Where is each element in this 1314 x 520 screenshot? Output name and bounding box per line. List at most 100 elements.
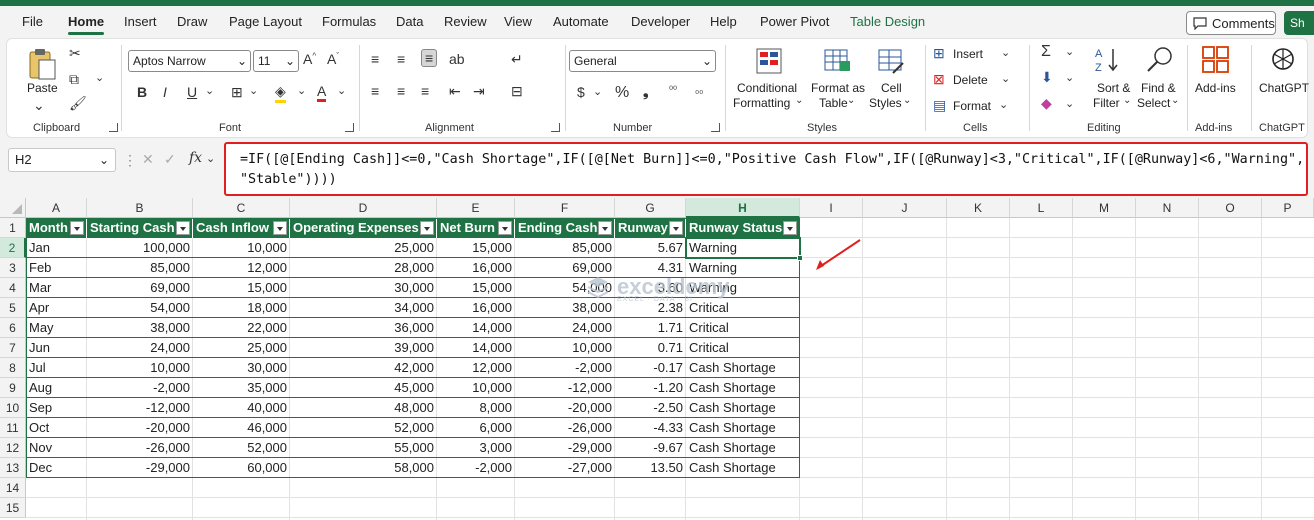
tab-developer[interactable]: Developer	[631, 14, 690, 29]
more-options-icon[interactable]: ⋮	[123, 152, 137, 169]
row-header-15[interactable]: 15	[0, 498, 26, 518]
paste-dropdown-icon[interactable]: ⌄	[33, 97, 45, 114]
chevron-down-icon[interactable]: ⌄	[1065, 71, 1074, 84]
chevron-down-icon[interactable]: ⌄	[847, 95, 855, 106]
addins-label[interactable]: Add-ins	[1195, 81, 1236, 96]
copy-icon[interactable]: ⧉	[69, 71, 79, 88]
font-name-select[interactable]: Aptos Narrow ⌄	[128, 50, 251, 72]
row-header-1[interactable]: 1	[0, 218, 26, 238]
currency-dropdown-icon[interactable]: ⌄	[593, 85, 602, 98]
align-bottom-icon[interactable]: ≡	[421, 49, 438, 67]
underline-dropdown-icon[interactable]: ⌄	[205, 84, 214, 97]
fill-icon[interactable]: ⬇	[1041, 69, 1053, 86]
column-header-m[interactable]: M	[1073, 198, 1136, 218]
align-top-icon[interactable]: ≡	[371, 51, 379, 67]
share-button[interactable]: Sh	[1284, 11, 1314, 35]
column-header-g[interactable]: G	[615, 198, 686, 218]
chevron-down-icon[interactable]: ⌄	[999, 98, 1008, 111]
cut-icon[interactable]: ✂	[69, 45, 81, 62]
tab-page-layout[interactable]: Page Layout	[229, 14, 302, 29]
tab-data[interactable]: Data	[396, 14, 423, 29]
column-header-l[interactable]: L	[1010, 198, 1073, 218]
increase-indent-icon[interactable]: ⇥	[473, 83, 485, 100]
chevron-down-icon[interactable]: ⌄	[206, 152, 215, 165]
column-header-i[interactable]: I	[800, 198, 863, 218]
format-as-table-label2[interactable]: Table	[819, 96, 848, 111]
tab-power-pivot[interactable]: Power Pivot	[760, 14, 829, 29]
cancel-icon[interactable]: ✕	[142, 151, 154, 168]
row-header-9[interactable]: 9	[0, 378, 26, 398]
tab-help[interactable]: Help	[710, 14, 737, 29]
fill-handle[interactable]	[797, 255, 803, 261]
borders-icon[interactable]: ⊞	[231, 84, 243, 101]
paste-label[interactable]: Paste	[27, 81, 58, 96]
select-all-corner[interactable]	[0, 198, 26, 218]
row-header-4[interactable]: 4	[0, 278, 26, 298]
merge-center-icon[interactable]: ⊟	[511, 83, 523, 100]
increase-decimal-icon[interactable]: ⁰⁰	[669, 85, 677, 96]
comma-style-icon[interactable]: ❟	[643, 83, 649, 100]
sort-filter-icon[interactable]: AZ	[1093, 45, 1123, 78]
column-header-h[interactable]: H	[686, 198, 800, 218]
chatgpt-label[interactable]: ChatGPT	[1259, 81, 1309, 96]
chevron-down-icon[interactable]: ⌄	[903, 95, 911, 106]
name-box[interactable]: H2 ⌄	[8, 148, 116, 172]
font-launcher-icon[interactable]	[345, 123, 354, 132]
underline-icon[interactable]: U	[187, 84, 197, 100]
italic-icon[interactable]: I	[163, 84, 167, 100]
row-header-6[interactable]: 6	[0, 318, 26, 338]
tab-home[interactable]: Home	[68, 14, 105, 35]
increase-font-icon[interactable]: A^	[303, 51, 316, 67]
enter-icon[interactable]: ✓	[164, 151, 176, 168]
row-header-10[interactable]: 10	[0, 398, 26, 418]
column-header-k[interactable]: K	[947, 198, 1010, 218]
bold-icon[interactable]: B	[137, 84, 147, 100]
row-header-7[interactable]: 7	[0, 338, 26, 358]
align-left-icon[interactable]: ≡	[371, 83, 379, 99]
currency-icon[interactable]: $	[577, 84, 585, 100]
clipboard-launcher-icon[interactable]	[109, 123, 118, 132]
alignment-launcher-icon[interactable]	[551, 123, 560, 132]
tab-insert[interactable]: Insert	[124, 14, 157, 29]
align-center-icon[interactable]: ≡	[397, 83, 405, 99]
tab-automate[interactable]: Automate	[553, 14, 609, 29]
column-header-e[interactable]: E	[437, 198, 515, 218]
font-color-icon[interactable]: A	[317, 83, 327, 102]
number-launcher-icon[interactable]	[711, 123, 720, 132]
insert-label[interactable]: Insert	[953, 47, 983, 62]
insert-cells-icon[interactable]: ⊞	[933, 45, 945, 62]
decrease-indent-icon[interactable]: ⇤	[449, 83, 461, 100]
worksheet-grid[interactable]: A B C D E F G H I J K L M N O P 1 2 3 4 5 6 7 8 9 10 11 12 13 14 15 Mon…	[0, 198, 1314, 520]
percent-icon[interactable]: %	[615, 84, 629, 102]
row-header-8[interactable]: 8	[0, 358, 26, 378]
formula-input[interactable]: =IF([@[Ending Cash]]<=0,"Cash Shortage",…	[224, 142, 1308, 196]
cell-styles-label[interactable]: Cell	[881, 81, 902, 96]
wrap-text-icon[interactable]: ↵	[511, 51, 523, 68]
row-header-12[interactable]: 12	[0, 438, 26, 458]
column-header-o[interactable]: O	[1199, 198, 1262, 218]
delete-label[interactable]: Delete	[953, 73, 988, 88]
tab-view[interactable]: View	[504, 14, 532, 29]
decrease-font-icon[interactable]: Aˇ	[327, 51, 339, 67]
row-header-5[interactable]: 5	[0, 298, 26, 318]
chevron-down-icon[interactable]: ⌄	[1171, 95, 1179, 106]
format-painter-icon[interactable]: 🖌	[69, 95, 87, 112]
chevron-down-icon[interactable]: ⌄	[795, 95, 803, 106]
chevron-down-icon[interactable]: ⌄	[1065, 97, 1074, 110]
cell-styles-label2[interactable]: Styles	[869, 96, 902, 111]
row-header-11[interactable]: 11	[0, 418, 26, 438]
tab-formulas[interactable]: Formulas	[322, 14, 376, 29]
tab-table-design[interactable]: Table Design	[850, 14, 925, 29]
fill-color-icon[interactable]: ◈	[275, 83, 286, 103]
fill-dropdown-icon[interactable]: ⌄	[297, 84, 306, 97]
font-size-select[interactable]: 11 ⌄	[253, 50, 299, 72]
chevron-down-icon[interactable]: ⌄	[1001, 46, 1010, 59]
row-header-14[interactable]: 14	[0, 478, 26, 498]
column-header-p[interactable]: P	[1262, 198, 1314, 218]
column-header-f[interactable]: F	[515, 198, 615, 218]
chevron-down-icon[interactable]: ⌄	[1123, 95, 1131, 106]
borders-dropdown-icon[interactable]: ⌄	[249, 84, 258, 97]
tab-review[interactable]: Review	[444, 14, 487, 29]
format-as-table-label[interactable]: Format as	[811, 81, 865, 96]
addins-icon[interactable]	[1201, 45, 1231, 78]
